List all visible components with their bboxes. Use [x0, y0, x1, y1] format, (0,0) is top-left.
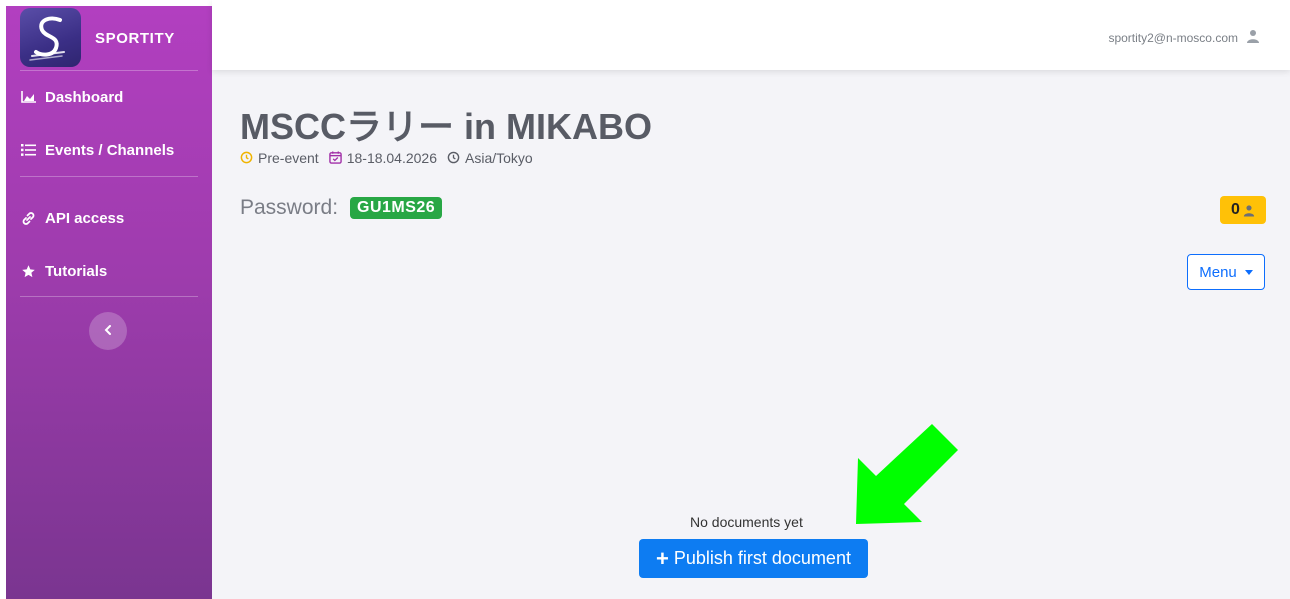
annotation-arrow-icon	[856, 424, 958, 524]
sidebar-item-label: Tutorials	[45, 262, 108, 280]
brand-name: SPORTITY	[95, 30, 175, 47]
publish-first-document-button[interactable]: + Publish first document	[639, 539, 868, 578]
member-count-badge[interactable]: 0	[1220, 196, 1266, 224]
sidebar-divider	[20, 70, 198, 71]
sidebar-item-api-access[interactable]: API access	[6, 203, 212, 233]
menu-label: Menu	[1199, 263, 1237, 281]
page-title: MSCCラリー in MIKABO	[240, 106, 652, 147]
sidebar-item-label: Dashboard	[45, 88, 124, 106]
chart-area-icon	[19, 89, 37, 105]
event-timezone: Asia/Tokyo	[465, 150, 533, 166]
link-icon	[19, 210, 37, 226]
star-icon	[19, 263, 37, 279]
member-count: 0	[1231, 201, 1240, 218]
sidebar-item-label: Events / Channels	[45, 141, 175, 159]
user-icon	[1243, 204, 1255, 217]
sidebar-item-events-channels[interactable]: Events / Channels	[6, 135, 212, 165]
sidebar-item-dashboard[interactable]: Dashboard	[6, 82, 212, 112]
event-status: Pre-event	[258, 150, 319, 166]
password-badge: GU1MS26	[350, 197, 443, 219]
brand[interactable]: SPORTITY	[20, 8, 200, 70]
sidebar-divider	[20, 296, 198, 297]
sportity-logo	[20, 8, 81, 67]
status-clock-icon	[240, 151, 254, 165]
top-bar: sportity2@n-mosco.com	[212, 0, 1290, 70]
user-email[interactable]: sportity2@n-mosco.com	[1108, 31, 1238, 45]
calendar-check-icon	[328, 151, 343, 165]
sidebar: SPORTITY Dashboard Events / Channels API…	[6, 6, 212, 599]
chevron-left-icon	[104, 322, 112, 340]
sidebar-collapse-button[interactable]	[89, 312, 127, 350]
publish-label: Publish first document	[673, 548, 851, 568]
user-icon[interactable]	[1246, 29, 1260, 43]
sidebar-item-tutorials[interactable]: Tutorials	[6, 256, 212, 286]
plus-icon: +	[656, 545, 669, 571]
menu-dropdown-button[interactable]: Menu	[1187, 254, 1265, 290]
main-content: MSCCラリー in MIKABO Pre-event 18-18.04.202…	[212, 70, 1290, 599]
sidebar-divider	[20, 176, 198, 177]
event-meta: Pre-event 18-18.04.2026 Asia/Tokyo	[240, 150, 533, 166]
empty-state-text: No documents yet	[690, 514, 803, 530]
event-dates: 18-18.04.2026	[346, 150, 438, 166]
caret-down-icon	[1244, 269, 1253, 275]
list-icon	[19, 142, 37, 158]
password-label: Password:	[240, 196, 339, 219]
sidebar-item-label: API access	[45, 209, 125, 227]
clock-icon	[447, 151, 461, 165]
